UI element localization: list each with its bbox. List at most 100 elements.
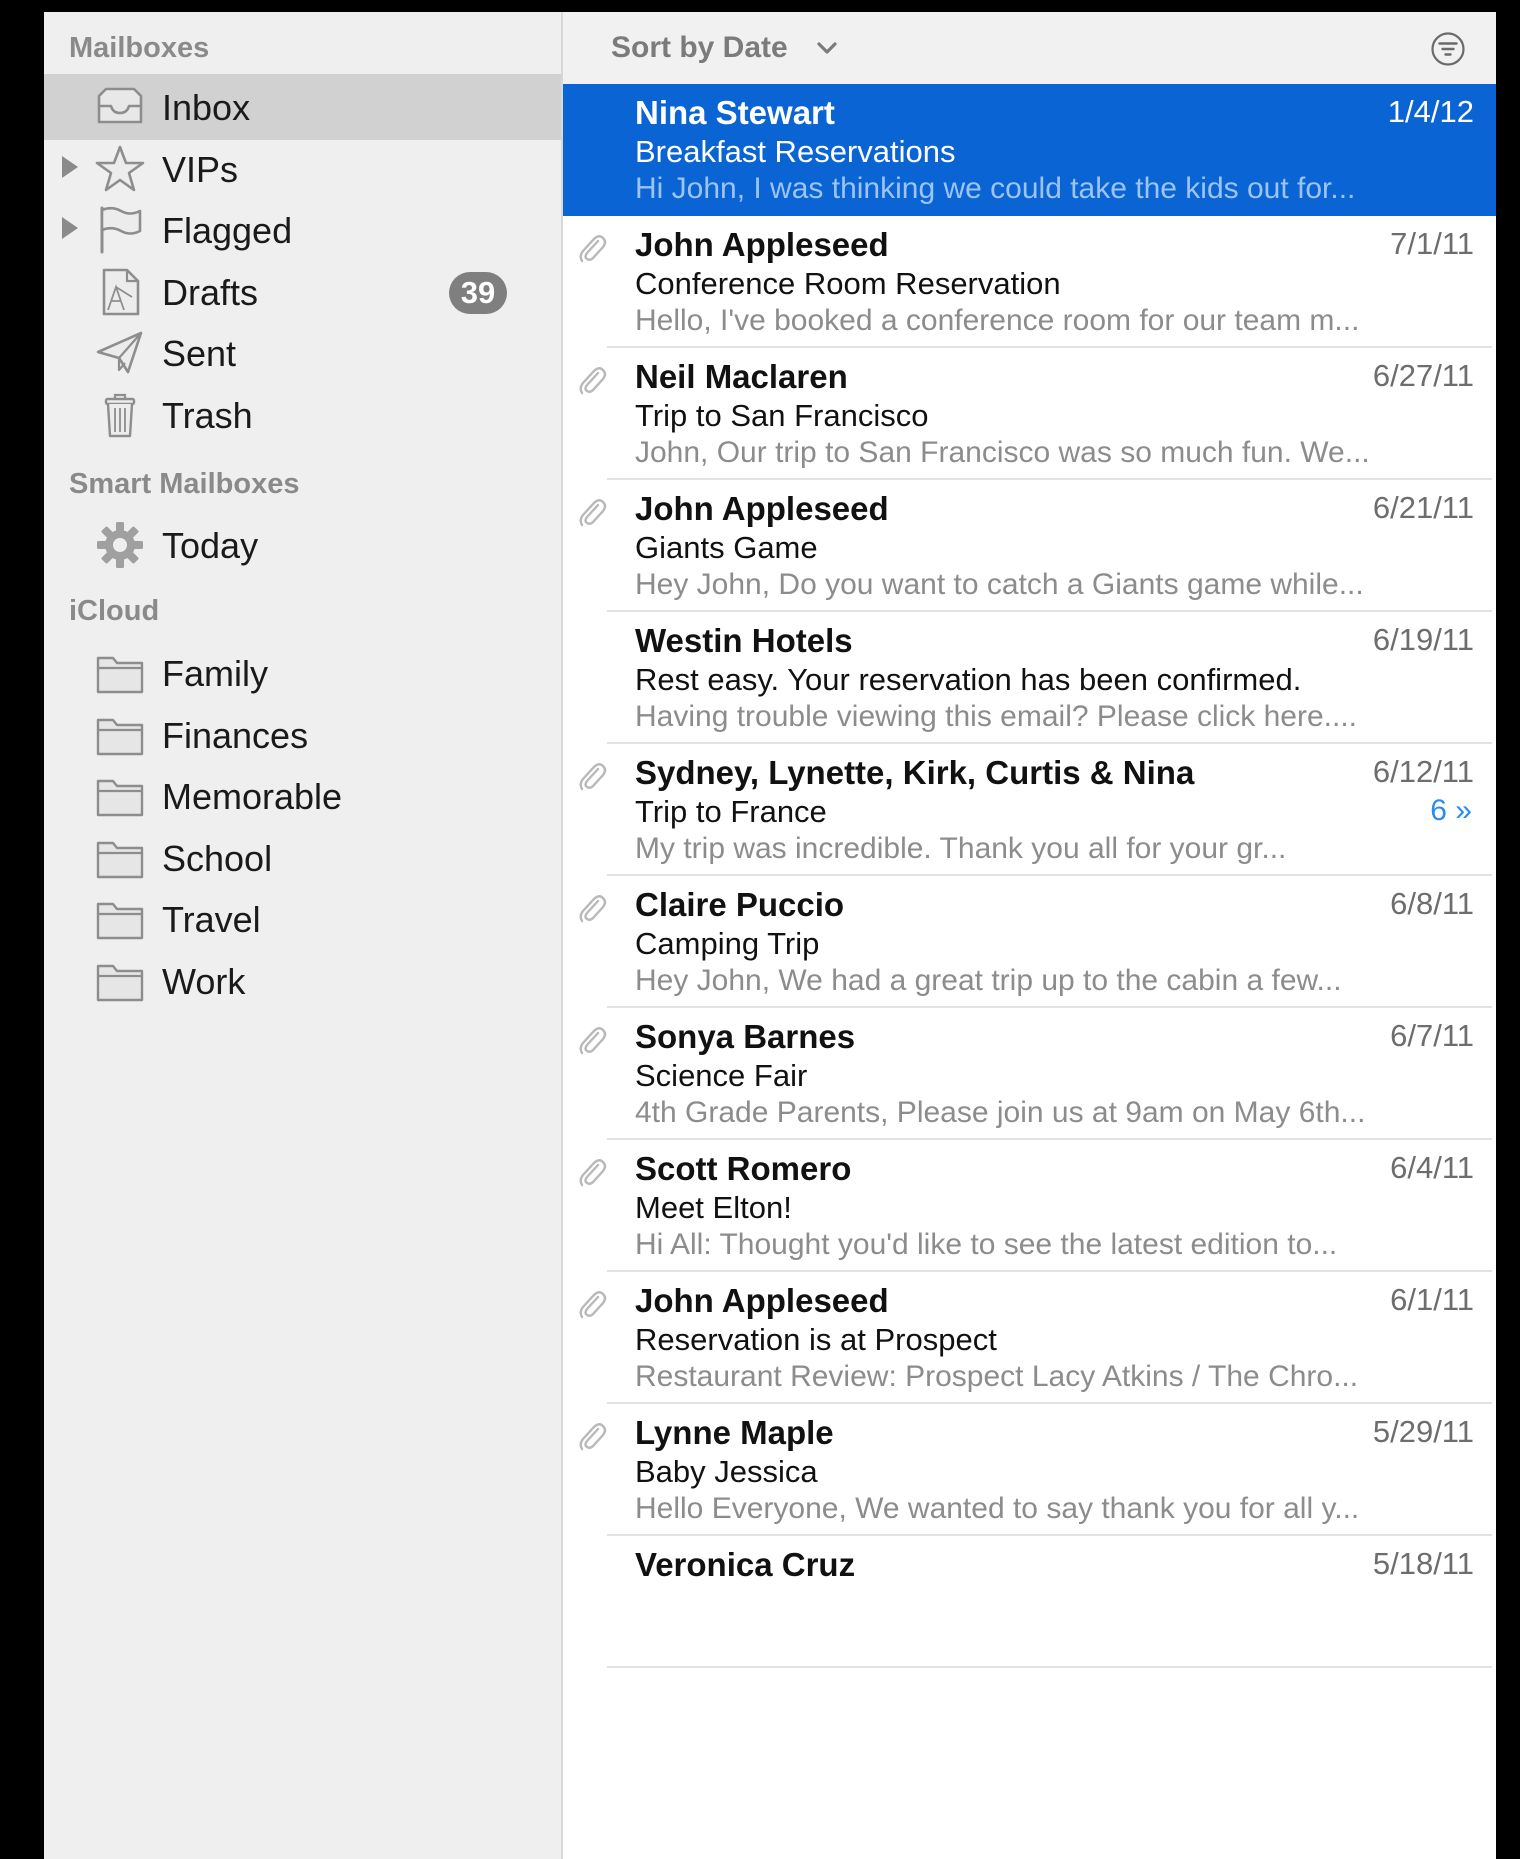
message-subject: Breakfast Reservations: [635, 134, 956, 169]
message-preview: My trip was incredible. Thank you all fo…: [635, 832, 1287, 865]
message-date: 6/19/11: [1372, 622, 1474, 657]
sidebar-item-label: VIPs: [162, 148, 239, 190]
sidebar-item-label: Memorable: [162, 776, 343, 817]
message-row[interactable]: John Appleseed 6/21/11 Giants Game Hey John…: [563, 480, 1496, 612]
sidebar-item-label: Sent: [162, 333, 237, 374]
message-row[interactable]: Sydney, Lynette, Kirk, Curtis & Nina 6/12…: [563, 744, 1496, 876]
message-list: Sort by Date Nina Stewart 1/4/12 Breakfast…: [563, 12, 1496, 1859]
section-title-smart-mailboxes: Smart Mailboxes: [69, 468, 300, 500]
message-subject: Conference Room Reservation: [635, 266, 1061, 301]
folder-icon: [94, 894, 146, 944]
sidebar-item-trash[interactable]: Trash: [44, 382, 561, 448]
message-date: 7/1/11: [1390, 226, 1474, 261]
sidebar-item-vips[interactable]: VIPs: [44, 136, 561, 202]
message-row[interactable]: Nina Stewart 1/4/12 Breakfast Reservations…: [563, 84, 1496, 216]
paperclip-icon: [577, 1420, 607, 1454]
message-preview: Hey John, Do you want to catch a Giants …: [635, 568, 1364, 601]
sidebar-item-sent[interactable]: Sent: [44, 320, 561, 386]
message-row[interactable]: Sonya Barnes 6/7/11 Science Fair 4th Grade …: [563, 1008, 1496, 1140]
message-date: 6/8/11: [1390, 886, 1474, 921]
sidebar-item-finances[interactable]: Finances: [44, 702, 561, 768]
sidebar-item-label: Family: [162, 653, 268, 694]
message-sender: John Appleseed: [635, 226, 889, 263]
sidebar-item-label: Today: [162, 525, 259, 566]
mail-window: Mailboxes Inbox VIPs Flagged Drafts 39 Sent Tra…: [44, 12, 1496, 1859]
chevron-down-icon[interactable]: [815, 38, 839, 58]
sidebar-item-work[interactable]: Work: [44, 948, 561, 1014]
paperclip-icon: [577, 1024, 607, 1058]
message-subject: Science Fair: [635, 1058, 808, 1093]
message-row[interactable]: Claire Puccio 6/8/11 Camping Trip Hey John,…: [563, 876, 1496, 1008]
sidebar-item-label: Trash: [162, 394, 253, 436]
message-subject: Camping Trip: [635, 926, 820, 961]
sidebar-item-family[interactable]: Family: [44, 640, 561, 706]
message-subject: Baby Jessica: [635, 1454, 818, 1489]
message-subject: Trip to France: [635, 794, 827, 829]
message-date: 6/21/11: [1372, 490, 1474, 525]
message-row[interactable]: Westin Hotels 6/19/11 Rest easy. Your rese…: [563, 612, 1496, 744]
message-sender: John Appleseed: [635, 1282, 889, 1319]
message-date: 1/4/12: [1387, 94, 1474, 129]
message-row[interactable]: Scott Romero 6/4/11 Meet Elton! Hi All: Tho…: [563, 1140, 1496, 1272]
folder-icon: [94, 648, 146, 698]
message-subject: Meet Elton!: [635, 1190, 792, 1225]
message-sender: Westin Hotels: [635, 622, 853, 659]
message-row[interactable]: Veronica Cruz 5/18/11: [563, 1536, 1496, 1668]
message-preview: John, Our trip to San Francisco was so m…: [635, 436, 1370, 469]
message-date: 6/7/11: [1390, 1018, 1474, 1053]
drafts-page-icon: [94, 267, 146, 317]
message-subject: Trip to San Francisco: [635, 398, 929, 433]
paperclip-icon: [577, 496, 607, 530]
sidebar-item-drafts[interactable]: Drafts 39: [44, 259, 561, 325]
message-preview: Hey John, We had a great trip up to the …: [635, 964, 1342, 997]
message-subject: Giants Game: [635, 530, 818, 565]
sidebar-item-label: Drafts: [162, 271, 259, 313]
message-subject: Reservation is at Prospect: [635, 1322, 997, 1357]
sidebar-item-today[interactable]: Today: [44, 512, 561, 578]
section-title-icloud: iCloud: [69, 595, 160, 627]
row-divider: [607, 1666, 1492, 1668]
filter-icon[interactable]: [1430, 31, 1466, 67]
sidebar-item-label: School: [162, 837, 273, 879]
sidebar: Mailboxes Inbox VIPs Flagged Drafts 39 Sent Tra…: [44, 12, 563, 1859]
message-sender: Veronica Cruz: [635, 1546, 856, 1583]
message-sender: Claire Puccio: [635, 886, 845, 923]
thread-count-link[interactable]: 6 »: [1430, 794, 1472, 828]
sidebar-item-flagged[interactable]: Flagged: [44, 197, 561, 263]
folder-icon: [94, 710, 146, 760]
folder-icon: [94, 771, 146, 821]
sidebar-item-memorable[interactable]: Memorable: [44, 763, 561, 829]
message-row[interactable]: John Appleseed 7/1/11 Conference Room Rese…: [563, 216, 1496, 348]
message-preview: Restaurant Review: Prospect Lacy Atkins …: [635, 1360, 1359, 1393]
message-row[interactable]: Neil Maclaren 6/27/11 Trip to San Francisc…: [563, 348, 1496, 480]
paper-plane-icon: [94, 328, 146, 378]
folder-icon: [94, 956, 146, 1006]
message-date: 6/27/11: [1372, 358, 1474, 393]
message-date: 6/12/11: [1372, 754, 1474, 789]
sidebar-item-label: Travel: [162, 899, 261, 940]
message-preview: Hi All: Thought you'd like to see the la…: [635, 1228, 1338, 1261]
sidebar-item-travel[interactable]: Travel: [44, 886, 561, 952]
paperclip-icon: [577, 1288, 607, 1322]
message-date: 5/29/11: [1372, 1414, 1474, 1449]
message-date: 6/4/11: [1390, 1150, 1474, 1185]
sidebar-item-label: Inbox: [162, 87, 251, 128]
paperclip-icon: [577, 760, 607, 794]
paperclip-icon: [577, 364, 607, 398]
sort-by-date-button[interactable]: Sort by Date: [611, 31, 788, 65]
message-sender: John Appleseed: [635, 490, 889, 527]
message-row[interactable]: Lynne Maple 5/29/11 Baby Jessica Hello Ever…: [563, 1404, 1496, 1536]
message-sender: Nina Stewart: [635, 94, 835, 131]
message-row[interactable]: John Appleseed 6/1/11 Reservation is at Pr…: [563, 1272, 1496, 1404]
sidebar-item-label: Finances: [162, 714, 309, 756]
sidebar-item-school[interactable]: School: [44, 825, 561, 891]
gear-icon: [94, 520, 146, 570]
folder-icon: [94, 833, 146, 883]
disclosure-triangle-icon[interactable]: [62, 155, 78, 178]
message-preview: Having trouble viewing this email? Pleas…: [635, 700, 1358, 733]
sidebar-item-inbox[interactable]: Inbox: [44, 74, 561, 140]
disclosure-triangle-icon[interactable]: [62, 217, 78, 239]
message-sender: Scott Romero: [635, 1150, 852, 1187]
message-sender: Lynne Maple: [635, 1414, 834, 1451]
message-sender: Sydney, Lynette, Kirk, Curtis & Nina: [635, 754, 1195, 791]
